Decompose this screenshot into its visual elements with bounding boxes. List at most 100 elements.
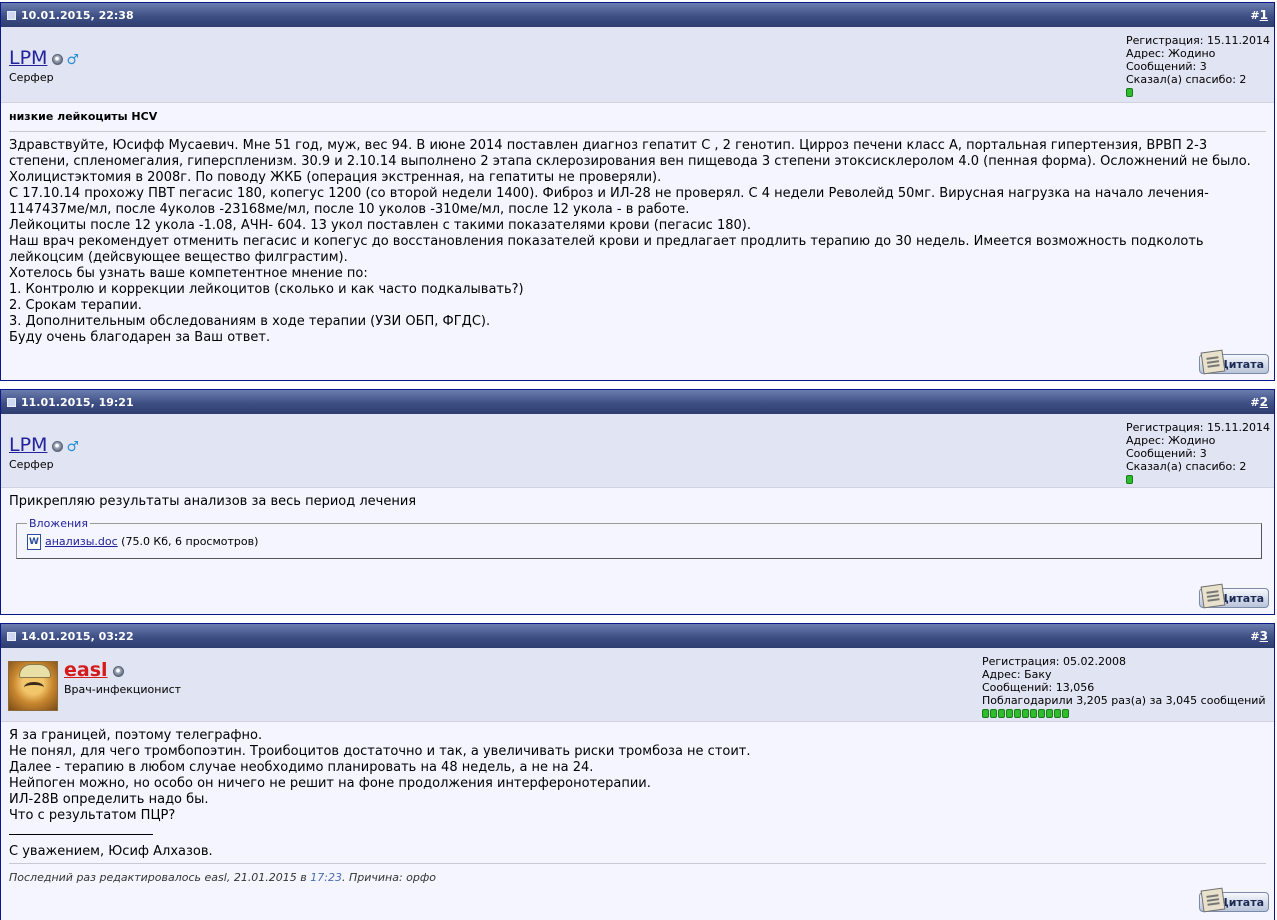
user-title: Серфер bbox=[9, 458, 54, 471]
post-2: 11.01.2015, 19:21 #2 LPM ♂ Серфер Регистр… bbox=[0, 389, 1275, 615]
post-message: Прикрепляю результаты анализов за весь п… bbox=[9, 494, 417, 509]
reputation-pip bbox=[1126, 88, 1133, 97]
reputation-pip bbox=[1126, 475, 1133, 484]
message-line: Я за границей, поэтому телеграфно. bbox=[9, 728, 263, 743]
reputation-pip bbox=[1022, 709, 1029, 718]
quote-icon bbox=[1200, 583, 1226, 609]
title-divider bbox=[9, 131, 1266, 132]
edit-divider bbox=[9, 863, 1266, 864]
post-number-link[interactable]: #3 bbox=[1250, 629, 1268, 643]
user-info-bar: LPM ♂ Серфер Регистрация: 15.11.2014 Адре… bbox=[1, 414, 1274, 488]
offline-status-icon bbox=[52, 54, 64, 65]
reputation-pip bbox=[1038, 709, 1045, 718]
user-thanks: Сказал(а) спасибо: 2 bbox=[1126, 73, 1247, 86]
message-line: лейкоцсим (дейсвующее вещество филграсти… bbox=[9, 250, 348, 265]
user-title: Врач-инфекционист bbox=[64, 683, 182, 696]
edit-note-time: 17:23 bbox=[310, 871, 342, 884]
reputation-pip bbox=[1062, 709, 1069, 718]
post-number[interactable]: 3 bbox=[1260, 629, 1268, 643]
post-number-hash: # bbox=[1250, 630, 1260, 643]
message-line: Здравствуйте, Юсифф Мусаевич. Мне 51 год… bbox=[9, 138, 1208, 153]
post-body: низкие лейкоциты HCV Здравствуйте, Юсифф… bbox=[1, 109, 1274, 346]
reputation-bar bbox=[1126, 475, 1270, 484]
user-registration: Регистрация: 15.11.2014 bbox=[1126, 34, 1270, 47]
edit-note: Последний раз редактировалось easl, 21.0… bbox=[9, 870, 1266, 886]
post-message: Здравствуйте, Юсифф Мусаевич. Мне 51 год… bbox=[9, 138, 1266, 346]
attachment-meta: (75.0 Кб, 6 просмотров) bbox=[121, 535, 259, 548]
reputation-pip bbox=[1014, 709, 1021, 718]
post-3: 14.01.2015, 03:22 #3 easl Врач-инфекцион… bbox=[0, 623, 1275, 920]
post-date: 11.01.2015, 19:21 bbox=[21, 395, 134, 409]
word-doc-icon: W bbox=[27, 534, 41, 550]
user-stats: Регистрация: 05.02.2008 Адрес: Баку Сооб… bbox=[982, 655, 1266, 718]
user-address: Адрес: Баку bbox=[982, 668, 1052, 681]
user-title: Серфер bbox=[9, 71, 54, 84]
message-line: 1147437ме/мл, после 4уколов -23168ме/мл,… bbox=[9, 202, 690, 217]
message-line: 2. Срокам терапии. bbox=[9, 298, 142, 313]
reputation-pip bbox=[990, 709, 997, 718]
user-post-count: Сообщений: 3 bbox=[1126, 447, 1207, 460]
message-line: Лейкоциты после 12 укола -1.08, АЧН- 604… bbox=[9, 218, 751, 233]
signature-separator-row bbox=[9, 824, 1266, 840]
edit-note-reason: . Причина: орфо bbox=[341, 871, 437, 884]
post-icon bbox=[7, 10, 16, 20]
quote-button[interactable]: Цитата bbox=[1199, 349, 1269, 375]
quote-button[interactable]: Цитата bbox=[1199, 887, 1269, 913]
message-line: ИЛ-28В определить надо бы. bbox=[9, 792, 209, 807]
reputation-pip bbox=[1054, 709, 1061, 718]
post-number[interactable]: 2 bbox=[1260, 395, 1268, 409]
user-avatar[interactable] bbox=[8, 661, 58, 711]
post-icon bbox=[7, 397, 16, 407]
quote-label: Цитата bbox=[1218, 357, 1264, 371]
user-post-count: Сообщений: 3 bbox=[1126, 60, 1207, 73]
message-line: Холицистэктомия в 2008г. По поводу ЖКБ (… bbox=[9, 170, 662, 185]
post-header: 10.01.2015, 22:38 #1 bbox=[1, 3, 1274, 27]
post-number-hash: # bbox=[1250, 396, 1260, 409]
post-icon bbox=[7, 631, 16, 641]
message-line: Далее - терапию в любом случае необходим… bbox=[9, 760, 594, 775]
user-address: Адрес: Жодино bbox=[1126, 434, 1216, 447]
user-registration: Регистрация: 15.11.2014 bbox=[1126, 421, 1270, 434]
message-line: 3. Дополнительным обследованиям в ходе т… bbox=[9, 314, 491, 329]
attachment-link[interactable]: анализы.doc bbox=[45, 535, 118, 548]
user-address: Адрес: Жодино bbox=[1126, 47, 1216, 60]
signature: С уважением, Юсиф Алхазов. bbox=[9, 844, 213, 859]
post-number[interactable]: 1 bbox=[1260, 8, 1268, 22]
post-body: Я за границей, поэтому телеграфно. Не пон… bbox=[1, 722, 1274, 886]
reputation-pip bbox=[1006, 709, 1013, 718]
username-link[interactable]: LPM bbox=[9, 434, 47, 456]
username-link[interactable]: easl bbox=[64, 659, 108, 681]
post-number-link[interactable]: #1 bbox=[1250, 8, 1268, 22]
attachments-box: Вложения Wанализы.doc (75.0 Кб, 6 просмо… bbox=[16, 517, 1262, 559]
username-link[interactable]: LPM bbox=[9, 47, 47, 69]
user-registration: Регистрация: 05.02.2008 bbox=[982, 655, 1126, 668]
quote-label: Цитата bbox=[1218, 591, 1264, 605]
message-line: Наш врач рекомендует отменить пегасис и … bbox=[9, 234, 1204, 249]
message-line: С 17.10.14 прохожу ПВТ пегасис 180, копе… bbox=[9, 186, 1209, 201]
attachments-legend: Вложения bbox=[29, 517, 88, 530]
quote-button[interactable]: Цитата bbox=[1199, 583, 1269, 609]
male-icon: ♂ bbox=[66, 438, 79, 455]
reputation-pip bbox=[1030, 709, 1037, 718]
message-line: Хотелось бы узнать ваше компетентное мне… bbox=[9, 266, 368, 281]
user-thanks: Поблагодарили 3,205 раз(а) за 3,045 сооб… bbox=[982, 694, 1266, 707]
message-line: Буду очень благодарен за Ваш ответ. bbox=[9, 330, 271, 345]
user-stats: Регистрация: 15.11.2014 Адрес: Жодино Со… bbox=[1126, 34, 1270, 97]
post-body: Прикрепляю результаты анализов за весь п… bbox=[1, 488, 1274, 510]
user-thanks: Сказал(а) спасибо: 2 bbox=[1126, 460, 1247, 473]
message-line: Что с результатом ПЦР? bbox=[9, 808, 176, 823]
post-header: 14.01.2015, 03:22 #3 bbox=[1, 624, 1274, 648]
post-number-link[interactable]: #2 bbox=[1250, 395, 1268, 409]
reputation-pip bbox=[998, 709, 1005, 718]
post-header: 11.01.2015, 19:21 #2 bbox=[1, 390, 1274, 414]
message-line: Нейпоген можно, но особо он ничего не ре… bbox=[9, 776, 651, 791]
reputation-bar bbox=[982, 709, 1266, 718]
post-date: 14.01.2015, 03:22 bbox=[21, 629, 134, 643]
post-date: 10.01.2015, 22:38 bbox=[21, 8, 134, 22]
quote-icon bbox=[1200, 887, 1226, 913]
post-1: 10.01.2015, 22:38 #1 LPM ♂ Серфер Регистр… bbox=[0, 2, 1275, 381]
post-message: Я за границей, поэтому телеграфно. Не пон… bbox=[9, 728, 1266, 824]
post-number-hash: # bbox=[1250, 9, 1260, 22]
male-icon: ♂ bbox=[66, 51, 79, 68]
user-stats: Регистрация: 15.11.2014 Адрес: Жодино Со… bbox=[1126, 421, 1270, 484]
